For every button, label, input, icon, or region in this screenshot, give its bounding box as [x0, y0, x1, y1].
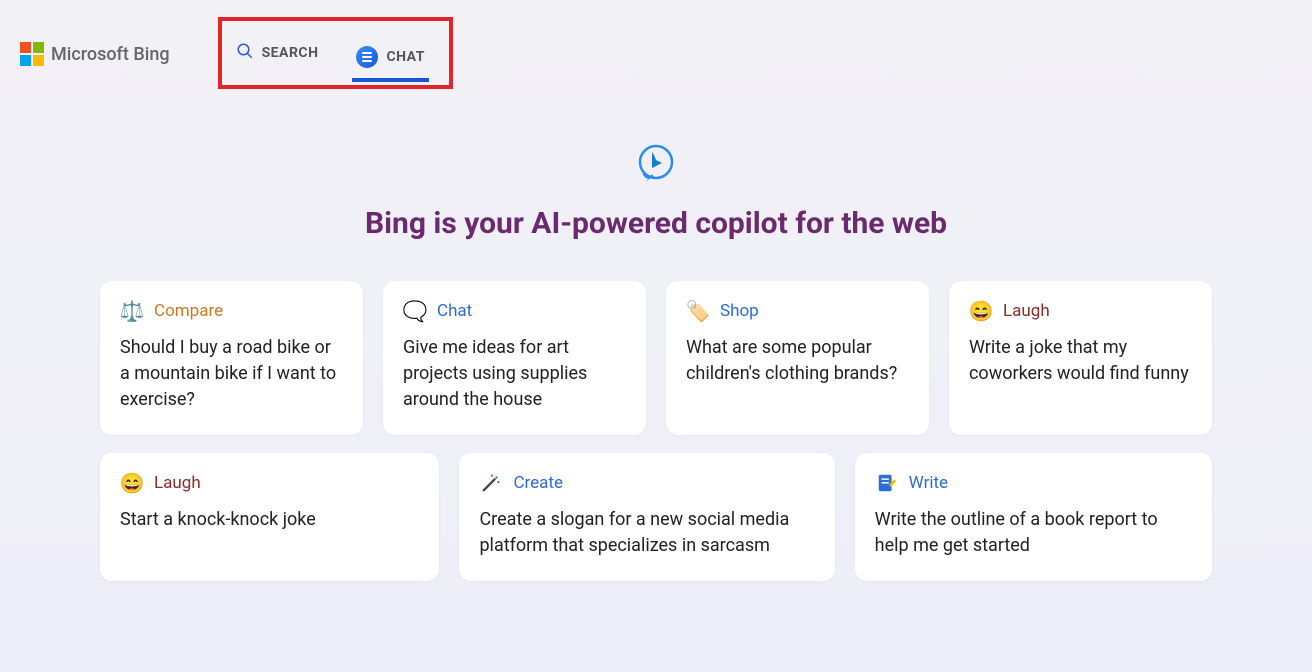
pencil-note-icon: [875, 471, 899, 495]
nav-highlight-box: SEARCH CHAT: [218, 17, 453, 89]
suggestion-cards: ⚖️ Compare Should I buy a road bike or a…: [0, 241, 1312, 581]
card-title: Create: [513, 473, 563, 493]
tag-icon: 🏷️: [686, 299, 710, 323]
nav-chat-label: CHAT: [386, 49, 424, 65]
hero-headline: Bing is your AI-powered copilot for the …: [0, 206, 1312, 241]
wand-icon: [479, 471, 503, 495]
brand-logo[interactable]: Microsoft Bing: [20, 42, 170, 66]
chat-icon: [356, 46, 378, 68]
card-title: Laugh: [1003, 301, 1050, 321]
card-chat[interactable]: 🗨️ Chat Give me ideas for art projects u…: [383, 281, 646, 435]
card-laugh[interactable]: 😄 Laugh Write a joke that my coworkers w…: [949, 281, 1212, 435]
card-body: What are some popular children's clothin…: [686, 335, 909, 387]
header: Microsoft Bing SEARCH CHAT: [0, 0, 1312, 80]
search-icon: [236, 42, 254, 64]
laugh-emoji-icon: 😄: [969, 299, 993, 323]
nav-search[interactable]: SEARCH: [232, 34, 323, 72]
hero: Bing is your AI-powered copilot for the …: [0, 140, 1312, 241]
laugh-emoji-icon: 😄: [120, 471, 144, 495]
speech-bubbles-icon: 🗨️: [403, 299, 427, 323]
card-laugh-2[interactable]: 😄 Laugh Start a knock-knock joke: [100, 453, 439, 581]
card-body: Start a knock-knock joke: [120, 507, 419, 533]
card-title: Write: [909, 473, 948, 493]
card-body: Give me ideas for art projects using sup…: [403, 335, 626, 413]
card-compare[interactable]: ⚖️ Compare Should I buy a road bike or a…: [100, 281, 363, 435]
card-create[interactable]: Create Create a slogan for a new social …: [459, 453, 834, 581]
card-title: Compare: [154, 301, 223, 321]
card-write[interactable]: Write Write the outline of a book report…: [855, 453, 1212, 581]
card-body: Create a slogan for a new social media p…: [479, 507, 814, 559]
card-title: Chat: [437, 301, 472, 321]
card-body: Write a joke that my coworkers would fin…: [969, 335, 1192, 387]
card-title: Shop: [720, 301, 759, 321]
card-title: Laugh: [154, 473, 201, 493]
bing-logo-icon: [632, 140, 680, 188]
brand-text: Microsoft Bing: [51, 44, 170, 65]
card-shop[interactable]: 🏷️ Shop What are some popular children's…: [666, 281, 929, 435]
card-body: Write the outline of a book report to he…: [875, 507, 1192, 559]
microsoft-logo-icon: [20, 42, 44, 66]
card-body: Should I buy a road bike or a mountain b…: [120, 335, 343, 413]
nav-search-label: SEARCH: [262, 45, 319, 61]
nav-chat[interactable]: CHAT: [352, 38, 428, 82]
scales-icon: ⚖️: [120, 299, 144, 323]
